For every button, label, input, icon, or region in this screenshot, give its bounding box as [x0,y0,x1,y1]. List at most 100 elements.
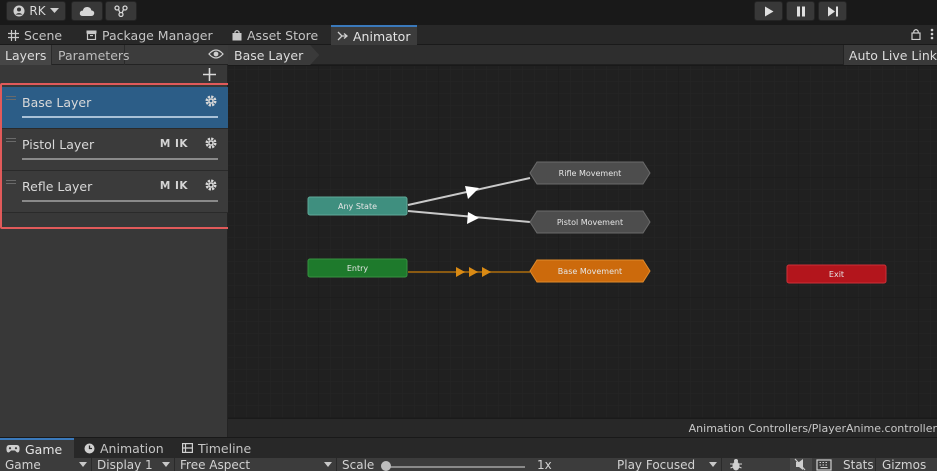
any-state-label: Any State [338,202,377,211]
tab-game-label: Game [25,441,63,457]
rifle-movement-state[interactable]: Rifle Movement [529,161,651,185]
exit-label: Exit [829,270,844,279]
chevron-down-icon [49,8,59,13]
gear-icon[interactable] [205,137,217,149]
base-movement-state[interactable]: Base Movement [529,259,651,283]
any-state-node[interactable]: Any State [307,196,408,216]
tab-asset-store[interactable]: Asset Store [226,25,324,45]
scale-slider-thumb[interactable] [381,461,391,471]
layer-badges: M IK [159,138,188,150]
mute-audio-icon[interactable] [790,458,812,471]
play-button[interactable] [754,1,783,21]
gizmos-button[interactable]: Gizmos [877,458,937,471]
layer-row-refle-layer[interactable]: Refle Layer M IK [0,171,228,213]
aspect-dropdown[interactable]: Free Aspect [175,458,337,471]
window-tab-bar: Scene Package Manager Asset Store Animat… [0,25,937,45]
layer-name: Base Layer [22,95,92,110]
tab-timeline-label: Timeline [198,440,252,456]
layer-name: Refle Layer [22,179,93,194]
aspect-value: Free Aspect [180,458,251,471]
bug-icon[interactable] [728,458,744,471]
chevron-down-icon [324,462,332,467]
lock-icon[interactable] [911,28,921,40]
package-icon [86,30,97,40]
auto-live-link-button[interactable]: Auto Live Link [842,45,937,65]
layer-weight-bar [22,116,218,118]
tab-animation[interactable]: Animation [78,438,170,458]
layers-panel: Layers Parameters Base Layer Pistol Laye… [0,45,228,437]
display-dropdown[interactable]: Display 1 [92,458,175,471]
layer-row-pistol-layer[interactable]: Pistol Layer M IK [0,129,228,171]
gear-icon[interactable] [205,179,217,191]
step-button[interactable] [818,1,847,21]
collaborate-button[interactable] [105,1,137,21]
display-value: Display 1 [97,458,153,471]
game-view-toolbar: Game Display 1 Free Aspect Scale 1x Play… [0,458,937,471]
chevron-down-icon [79,462,87,467]
step-icon [827,6,838,16]
display-mode-dropdown[interactable]: Game [0,458,92,471]
bottom-tab-bar: Game Animation Timeline [0,438,937,458]
plus-icon [202,67,216,81]
rifle-movement-label: Rifle Movement [559,169,622,178]
gamepad-icon [6,445,20,453]
pistol-movement-state[interactable]: Pistol Movement [529,210,651,234]
tab-timeline[interactable]: Timeline [176,438,257,458]
pistol-movement-label: Pistol Movement [557,218,623,227]
breadcrumb[interactable]: Base Layer [228,45,320,65]
eye-icon[interactable] [208,48,224,60]
tab-animator[interactable]: Animator [331,25,417,45]
pause-icon [796,6,805,16]
tab-scene-label: Scene [24,27,63,43]
main-toolbar: RK [0,0,937,25]
play-mode-dropdown[interactable]: Play Focused [612,458,722,471]
exit-node[interactable]: Exit [786,264,887,284]
scale-value: 1x [537,458,552,471]
keyboard-icon[interactable] [816,458,832,471]
scale-control: Scale 1x [337,458,610,471]
layer-weight-bar [22,158,218,160]
tab-layers[interactable]: Layers [0,45,52,65]
gear-icon[interactable] [205,95,217,107]
timeline-icon [182,443,193,453]
graph-svg: Any State Entry Exit Rifle Movement Pist… [228,66,937,418]
tab-package-manager-label: Package Manager [102,27,213,43]
entry-label: Entry [347,264,369,273]
layer-row-base-layer[interactable]: Base Layer [0,87,228,129]
drag-handle-icon[interactable] [6,180,16,184]
tab-package-manager[interactable]: Package Manager [80,25,219,45]
play-icon [764,6,773,16]
base-movement-label: Base Movement [558,267,622,276]
chevron-down-icon [709,462,717,467]
cloud-button[interactable] [71,1,103,21]
scene-grid-icon [8,29,19,41]
add-layer-button[interactable] [201,65,217,83]
animation-clock-icon [84,443,95,453]
tab-parameters[interactable]: Parameters [53,45,130,65]
animator-icon [337,31,348,40]
scale-label: Scale [342,458,375,471]
pause-button[interactable] [786,1,815,21]
tab-scene[interactable]: Scene [2,25,68,45]
play-mode-value: Play Focused [617,458,696,471]
drag-handle-icon[interactable] [6,96,16,100]
tab-animation-label: Animation [100,440,164,456]
layer-badges: M IK [159,180,188,192]
display-mode-value: Game [5,458,41,471]
account-label: RK [29,4,46,18]
tab-game[interactable]: Game [0,438,74,458]
graph-status-bar: Animation Controllers/PlayerAnime.contro… [228,418,937,437]
more-options-icon[interactable] [930,28,934,40]
chevron-down-icon [162,462,170,467]
scale-slider-track[interactable] [385,466,525,468]
entry-node[interactable]: Entry [307,258,408,278]
layer-name: Pistol Layer [22,137,95,152]
account-dropdown[interactable]: RK [6,1,66,21]
graph-header: Base Layer Auto Live Link [228,45,937,65]
tab-asset-store-label: Asset Store [247,27,319,43]
layer-list: Base Layer Pistol Layer M IK Refle Layer… [0,87,228,217]
drag-handle-icon[interactable] [6,138,16,142]
stats-button[interactable]: Stats [838,458,876,471]
panel-subtabs: Layers Parameters [0,45,228,65]
state-machine-graph[interactable]: Any State Entry Exit Rifle Movement Pist… [228,66,937,418]
